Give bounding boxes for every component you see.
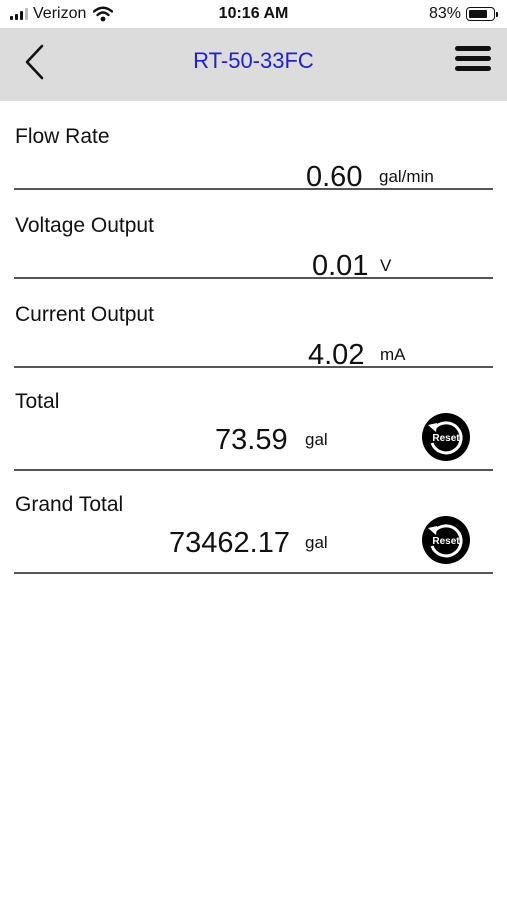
reading-row-current-output: Current Output 4.02 mA bbox=[14, 279, 493, 371]
reading-unit: mA bbox=[380, 345, 406, 364]
hamburger-menu-icon bbox=[455, 46, 491, 51]
reading-row-voltage-output: Voltage Output 0.01 V bbox=[14, 190, 493, 282]
menu-button[interactable] bbox=[455, 46, 491, 76]
battery-level bbox=[469, 10, 487, 18]
hamburger-menu-icon bbox=[455, 66, 491, 71]
total-label: Total bbox=[15, 390, 60, 413]
battery-cap bbox=[496, 11, 498, 17]
grand-total-value: 73462.17 bbox=[169, 527, 290, 559]
grand-total-label: Grand Total bbox=[15, 493, 124, 516]
battery-percentage: 83% bbox=[428, 5, 461, 22]
readings-list: Flow Rate 0.60 gal/min Voltage Output 0.… bbox=[14, 101, 493, 574]
reading-row-flow-rate: Flow Rate 0.60 gal/min bbox=[14, 101, 493, 193]
total-reset-button[interactable]: Reset bbox=[421, 412, 471, 462]
reset-icon: Reset bbox=[422, 413, 470, 461]
nav-bar: RT-50-33FC bbox=[0, 28, 507, 101]
reading-label: Current Output bbox=[15, 303, 154, 326]
status-bar: Verizon 10:16 AM 83% bbox=[0, 0, 507, 28]
total-row: Total 73.59 gal Reset bbox=[14, 368, 493, 471]
hamburger-menu-icon bbox=[455, 56, 491, 61]
reset-label: Reset bbox=[432, 433, 460, 444]
reset-label: Reset bbox=[432, 536, 460, 547]
reset-icon: Reset bbox=[422, 516, 470, 564]
total-unit: gal bbox=[305, 430, 328, 449]
reading-label: Voltage Output bbox=[15, 214, 154, 237]
battery-icon bbox=[466, 7, 495, 21]
reading-unit: V bbox=[380, 256, 392, 275]
status-right: 83% bbox=[429, 5, 498, 23]
grand-total-unit: gal bbox=[305, 533, 328, 552]
reading-unit: gal/min bbox=[379, 167, 434, 186]
grand-total-reset-button[interactable]: Reset bbox=[421, 515, 471, 565]
reading-label: Flow Rate bbox=[15, 125, 110, 148]
total-value: 73.59 bbox=[215, 424, 288, 456]
grand-total-row: Grand Total 73462.17 gal Reset bbox=[14, 471, 493, 574]
page-title: RT-50-33FC bbox=[193, 48, 314, 73]
